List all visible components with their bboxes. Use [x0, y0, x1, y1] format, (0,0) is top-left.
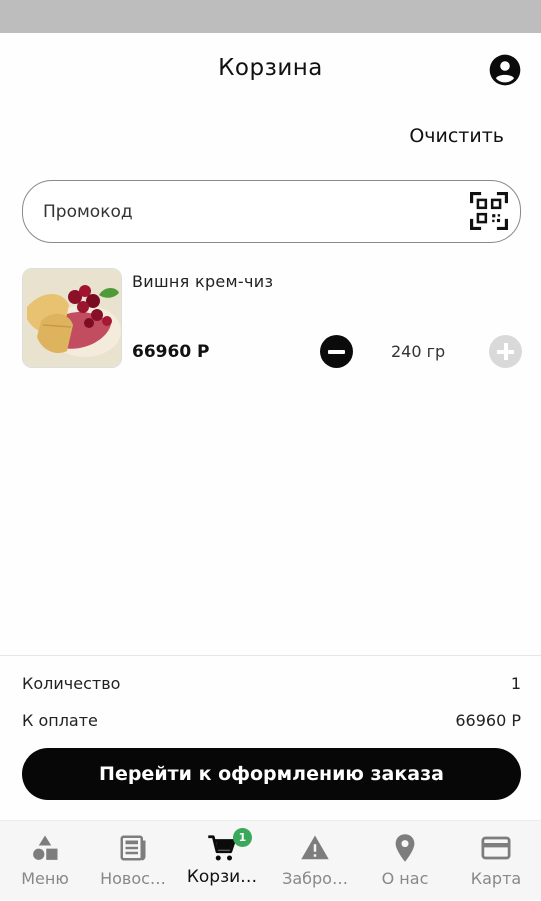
header: Корзина	[0, 33, 541, 105]
credit-card-icon	[481, 836, 511, 860]
nav-label-news: Новос…	[100, 869, 166, 888]
qr-code-scan-icon[interactable]	[470, 192, 508, 230]
crepe-with-cherries-image	[23, 269, 121, 367]
nav-label-reservations: Забро…	[282, 869, 348, 888]
warning-icon	[301, 835, 329, 860]
news-icon	[120, 835, 146, 861]
status-bar	[0, 0, 541, 33]
promo-input[interactable]	[43, 197, 463, 227]
nav-item-news[interactable]: Новос…	[88, 821, 178, 901]
cart-count-badge: 1	[233, 828, 252, 847]
quantity-row: Количество 1	[22, 674, 521, 693]
nav-label-cart: Корзи…	[186, 867, 258, 887]
nav-item-card[interactable]: Карта	[451, 821, 541, 901]
nav-item-menu[interactable]: Меню	[0, 821, 90, 901]
decrease-quantity-button[interactable]	[320, 335, 353, 368]
nav-item-reservations[interactable]: Забро…	[270, 821, 360, 901]
location-pin-icon	[395, 834, 415, 862]
product-weight: 240 гр	[391, 342, 446, 361]
nav-item-cart[interactable]: 1 Корзи…	[177, 821, 267, 901]
nav-label-menu: Меню	[21, 869, 69, 888]
checkout-button[interactable]: Перейти к оформлению заказа	[22, 748, 521, 800]
promo-field[interactable]	[22, 180, 521, 243]
nav-item-about[interactable]: О нас	[360, 821, 450, 901]
page-title: Корзина	[218, 55, 323, 81]
clear-cart-button[interactable]: Очистить	[409, 125, 504, 147]
quantity-label: Количество	[22, 674, 121, 693]
product-name: Вишня крем-чиз	[132, 272, 274, 291]
total-value: 66960 Р	[455, 711, 521, 730]
nav-label-card: Карта	[470, 869, 522, 888]
nav-label-about: О нас	[381, 869, 429, 888]
menu-shapes-icon	[33, 835, 58, 860]
account-circle-icon[interactable]	[489, 54, 521, 86]
product-image	[22, 268, 122, 368]
cart-item: Вишня крем-чиз 66960 Р 240 гр	[22, 268, 522, 370]
quantity-value: 1	[510, 674, 521, 693]
product-price: 66960 Р	[132, 342, 210, 362]
summary-divider	[0, 655, 541, 656]
bottom-navigation: Меню Новос… 1 Корзи… Забро… О нас Карта	[0, 820, 541, 900]
total-row: К оплате 66960 Р	[22, 711, 521, 730]
total-label: К оплате	[22, 711, 98, 730]
increase-quantity-button[interactable]	[489, 335, 522, 368]
